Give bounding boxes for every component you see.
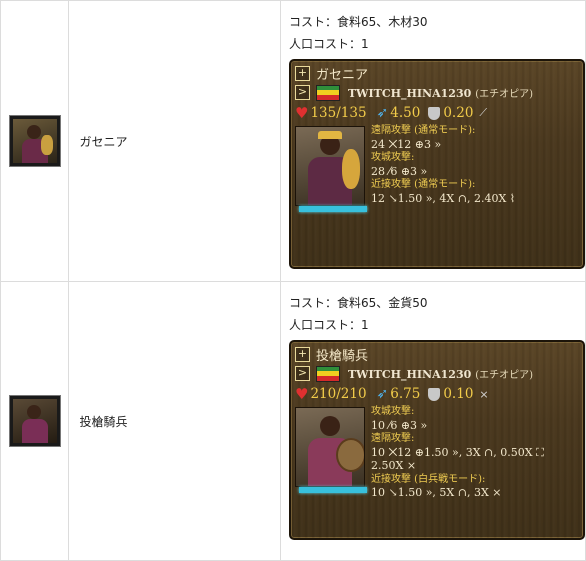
- player-name: TWITCH_HINA1230: [348, 87, 472, 100]
- attack-value: 12 ↘1.50 », 4X ∩, 2.40X ⌇: [371, 191, 516, 205]
- attack-label: 攻城攻撃:: [371, 406, 415, 417]
- player-civ: (エチオピア): [475, 89, 534, 100]
- health-bar: [299, 206, 367, 212]
- add-button[interactable]: +: [295, 347, 310, 362]
- card-title: ガセニア: [316, 68, 369, 83]
- unit-icon-cell: [0, 281, 70, 561]
- hp-value: 210/210: [310, 386, 367, 402]
- attack-details: 遠隔攻撃 (通常モード): 24 ⨉12 ⊕3 » 攻城攻撃: 28 ⁄6 ⊕3…: [365, 124, 515, 206]
- unit-name: ガセニア: [68, 0, 281, 282]
- unit-pop-cost: 人口コスト：1: [289, 37, 369, 51]
- unit-portrait: [295, 126, 365, 206]
- attack-label: 攻城攻撃:: [371, 152, 415, 163]
- expand-button[interactable]: >: [295, 85, 310, 100]
- player-name: TWITCH_HINA1230: [348, 368, 472, 381]
- unit-pop-cost: 人口コスト：1: [289, 318, 369, 332]
- unit-info-cell: コスト：食料65、金貨50 人口コスト：1 + 投槍騎兵 > TWITCH_HI…: [280, 281, 586, 561]
- unit-name: 投槍騎兵: [68, 281, 281, 561]
- heart-icon: ♥: [295, 385, 309, 403]
- attack-value: 28 ⁄6 ⊕3 »: [371, 164, 428, 178]
- unit-row: 投槍騎兵 コスト：食料65、金貨50 人口コスト：1 + 投槍騎兵 > TWIT…: [0, 281, 586, 561]
- attack-details: 攻城攻撃: 10 ⁄6 ⊕3 » 遠隔攻撃: 10 ⨉12 ⊕1.50 », 3…: [365, 405, 544, 500]
- speed-value: 6.75: [390, 386, 421, 402]
- speed-value: 4.50: [390, 105, 421, 121]
- sword-icon: ⟋: [479, 106, 488, 119]
- unit-cost: コスト：食料65、木材30: [289, 15, 428, 29]
- speed-icon: ➶: [376, 105, 389, 121]
- player-civ: (エチオピア): [475, 370, 534, 381]
- armor-value: 0.20: [443, 105, 474, 121]
- unit-icon-cell: [0, 0, 70, 282]
- unit-thumbnail[interactable]: [9, 396, 60, 446]
- attack-value: 2.50X ⨯: [371, 459, 417, 472]
- speed-icon: ➶: [376, 386, 389, 402]
- attack-label: 遠隔攻撃:: [371, 433, 415, 444]
- unit-thumbnail[interactable]: [9, 116, 60, 166]
- unit-cost: コスト：食料65、金貨50: [289, 296, 428, 310]
- add-button[interactable]: +: [295, 66, 310, 81]
- shield-icon: [428, 387, 441, 401]
- units-table: ガセニア コスト：食料65、木材30 人口コスト：1 + ガセニア > TWIT…: [0, 0, 586, 561]
- ethiopia-flag-icon: [316, 84, 340, 101]
- card-title: 投槍騎兵: [316, 349, 369, 364]
- attack-label: 近接攻撃 (白兵戦モード):: [371, 473, 486, 485]
- unit-tooltip-card: + 投槍騎兵 > TWITCH_HINA1230 (エチオピア) ♥ 210/21…: [289, 340, 585, 540]
- hp-value: 135/135: [310, 105, 367, 121]
- crossed-swords-icon: ⨯: [479, 387, 489, 401]
- shield-icon: [428, 106, 441, 120]
- unit-row: ガセニア コスト：食料65、木材30 人口コスト：1 + ガセニア > TWIT…: [0, 0, 586, 282]
- heart-icon: ♥: [295, 104, 309, 122]
- attack-value: 24 ⨉12 ⊕3 »: [371, 137, 442, 151]
- attack-value: 10 ⁄6 ⊕3 »: [371, 418, 428, 432]
- unit-tooltip-card: + ガセニア > TWITCH_HINA1230 (エチオピア) ♥ 135/13…: [289, 59, 585, 269]
- unit-portrait: [295, 407, 365, 487]
- attack-value: 10 ↘1.50 », 5X ∩, 3X ⨯: [371, 486, 502, 499]
- attack-value: 10 ⨉12 ⊕1.50 », 3X ∩, 0.50X ⛶: [371, 445, 544, 459]
- attack-label: 遠隔攻撃 (通常モード):: [371, 125, 476, 136]
- attack-label: 近接攻撃 (通常モード):: [371, 179, 476, 190]
- armor-value: 0.10: [443, 386, 474, 402]
- expand-button[interactable]: >: [295, 366, 310, 381]
- health-bar: [299, 487, 367, 493]
- ethiopia-flag-icon: [316, 365, 340, 382]
- unit-info-cell: コスト：食料65、木材30 人口コスト：1 + ガセニア > TWITCH_HI…: [280, 0, 586, 282]
